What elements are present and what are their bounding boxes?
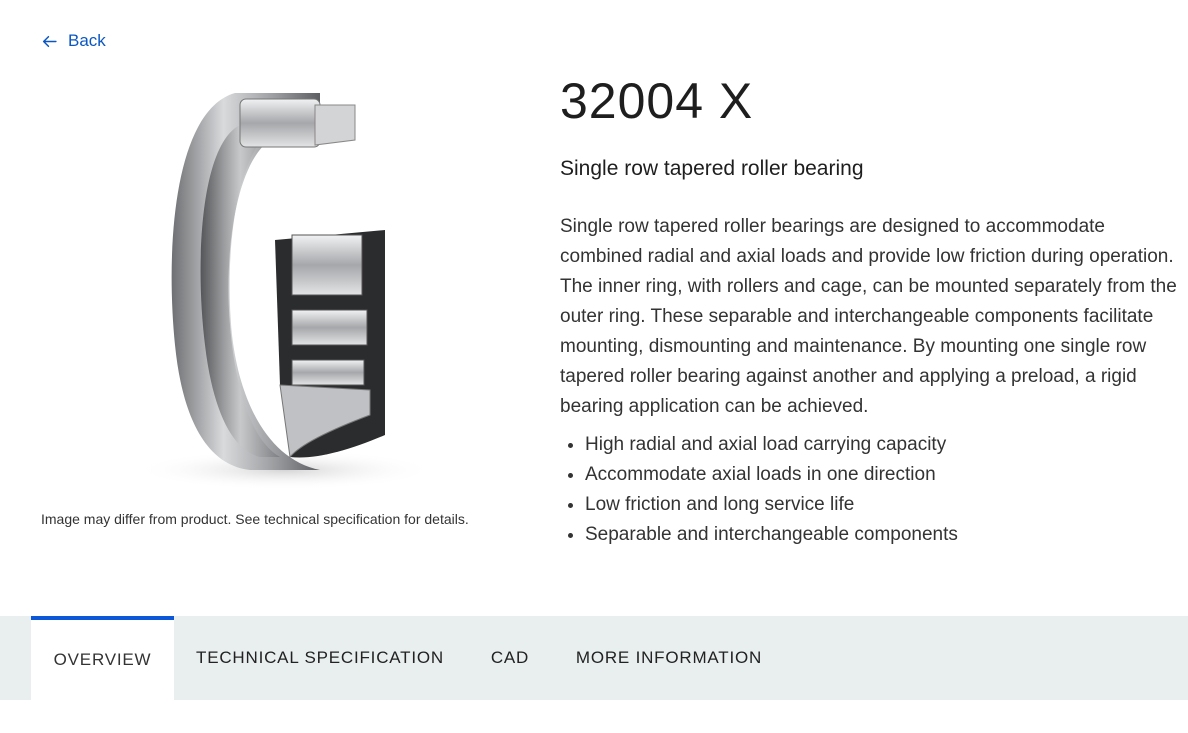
- tab-bar: OVERVIEW TECHNICAL SPECIFICATION CAD MOR…: [0, 616, 1188, 700]
- product-description: Single row tapered roller bearings are d…: [560, 216, 1177, 417]
- back-label: Back: [68, 31, 106, 50]
- feature-item: Separable and interchangeable components: [585, 520, 1185, 550]
- tab-more-information[interactable]: MORE INFORMATION: [570, 616, 768, 700]
- feature-item: Low friction and long service life: [585, 490, 1185, 520]
- product-subtitle: Single row tapered roller bearing: [560, 157, 864, 180]
- product-info: 32004 X Single row tapered roller bearin…: [560, 70, 1185, 550]
- feature-item: High radial and axial load carrying capa…: [585, 430, 1185, 460]
- image-disclaimer: Image may differ from product. See techn…: [41, 511, 469, 527]
- product-title: 32004 X: [560, 73, 754, 129]
- tab-overview[interactable]: OVERVIEW: [31, 616, 174, 700]
- back-link[interactable]: Back: [41, 31, 106, 51]
- tab-cad[interactable]: CAD: [480, 616, 540, 700]
- product-page: Back Image may differ from product. See …: [0, 0, 1188, 733]
- arrow-left-icon: [42, 35, 57, 47]
- feature-list: High radial and axial load carrying capa…: [560, 430, 1185, 550]
- feature-item: Accommodate axial loads in one direction: [585, 460, 1185, 490]
- product-image: [120, 85, 450, 495]
- tab-technical-specification[interactable]: TECHNICAL SPECIFICATION: [190, 616, 450, 700]
